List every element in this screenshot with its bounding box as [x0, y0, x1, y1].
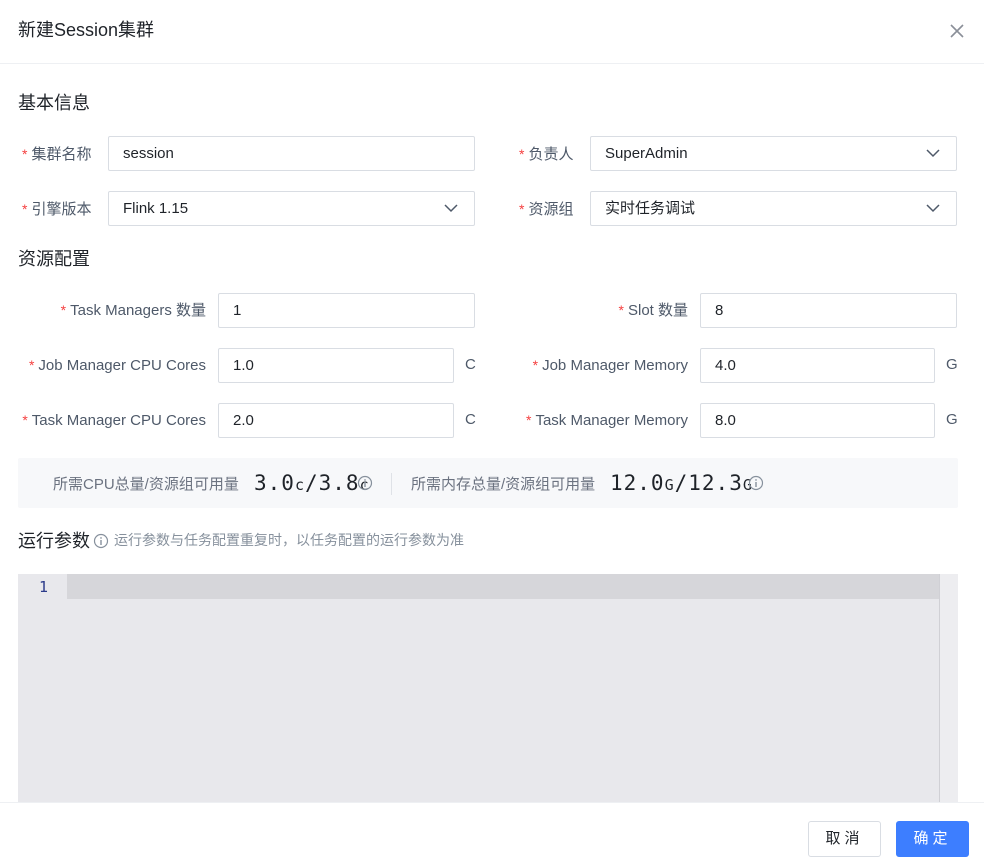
jm-memory-input[interactable]: 4.0 [700, 348, 935, 383]
owner-value: SuperAdmin [605, 145, 688, 162]
required-mark: * [532, 357, 539, 373]
engine-version-select[interactable]: Flink 1.15 [108, 191, 475, 226]
dialog-header: 新建Session集群 [0, 0, 984, 64]
task-managers-label: * Task Managers 数量 [60, 302, 206, 319]
engine-version-value: Flink 1.15 [123, 200, 189, 217]
info-icon[interactable] [748, 475, 764, 491]
required-mark: * [22, 146, 28, 162]
confirm-button[interactable]: 确定 [896, 821, 969, 857]
required-mark: * [60, 302, 67, 318]
jm-cpu-unit: C [465, 356, 476, 373]
jm-memory-unit: G [946, 356, 958, 373]
cluster-name-label: * 集群名称 [22, 146, 92, 163]
slot-label: * Slot 数量 [618, 302, 688, 319]
required-mark: * [22, 412, 28, 428]
info-icon[interactable] [357, 475, 373, 491]
required-mark: * [618, 302, 624, 318]
required-mark: * [22, 201, 28, 217]
close-icon[interactable] [946, 20, 968, 42]
line-number: 1 [38, 578, 48, 596]
jm-cpu-label: * Job Manager CPU Cores [28, 357, 206, 374]
dialog-footer: 取消 确定 [0, 802, 984, 868]
tm-memory-label: * Task Manager Memory [525, 412, 688, 429]
resource-config-title: 资源配置 [18, 249, 90, 269]
resource-group-label: * 资源组 [519, 201, 574, 218]
tm-memory-unit: G [946, 411, 958, 428]
active-line-highlight[interactable] [67, 574, 939, 599]
jm-cpu-input[interactable]: 1.0 [218, 348, 454, 383]
required-mark: * [519, 146, 525, 162]
engine-version-label: * 引擎版本 [22, 201, 92, 218]
jm-memory-label: * Job Manager Memory [532, 357, 688, 374]
slot-input[interactable]: 8 [700, 293, 957, 328]
memory-summary-label: 所需内存总量/资源组可用量 [411, 476, 596, 493]
run-params-hint: 运行参数与任务配置重复时，以任务配置的运行参数为准 [114, 532, 464, 548]
cpu-summary-value: 3.0c/3.8c [254, 471, 369, 495]
summary-divider [391, 473, 392, 495]
cancel-button[interactable]: 取消 [808, 821, 881, 857]
run-params-title: 运行参数 [18, 531, 90, 551]
cpu-summary-label: 所需CPU总量/资源组可用量 [53, 476, 239, 493]
chevron-down-icon [444, 204, 458, 213]
tm-cpu-input[interactable]: 2.0 [218, 403, 454, 438]
tm-cpu-label: * Task Manager CPU Cores [22, 412, 206, 429]
editor-scrollbar[interactable] [939, 574, 958, 802]
memory-summary-value: 12.0G/12.3G [610, 471, 753, 495]
tm-memory-input[interactable]: 8.0 [700, 403, 935, 438]
resource-summary: 所需CPU总量/资源组可用量 3.0c/3.8c 所需内存总量/资源组可用量 1… [18, 458, 958, 508]
chevron-down-icon [926, 149, 940, 158]
task-managers-input[interactable]: 1 [218, 293, 475, 328]
cluster-name-input[interactable]: session [108, 136, 475, 171]
tm-cpu-unit: C [465, 411, 476, 428]
chevron-down-icon [926, 204, 940, 213]
owner-label: * 负责人 [519, 146, 574, 163]
resource-group-value: 实时任务调试 [605, 200, 696, 217]
required-mark: * [28, 357, 35, 373]
owner-select[interactable]: SuperAdmin [590, 136, 957, 171]
required-mark: * [525, 412, 532, 428]
dialog-title: 新建Session集群 [18, 20, 155, 40]
editor-gutter: 1 [18, 574, 66, 802]
run-params-editor[interactable]: 1 [18, 574, 958, 802]
resource-group-select[interactable]: 实时任务调试 [590, 191, 957, 226]
info-icon[interactable] [93, 533, 109, 549]
basic-info-title: 基本信息 [18, 93, 90, 113]
required-mark: * [519, 201, 525, 217]
